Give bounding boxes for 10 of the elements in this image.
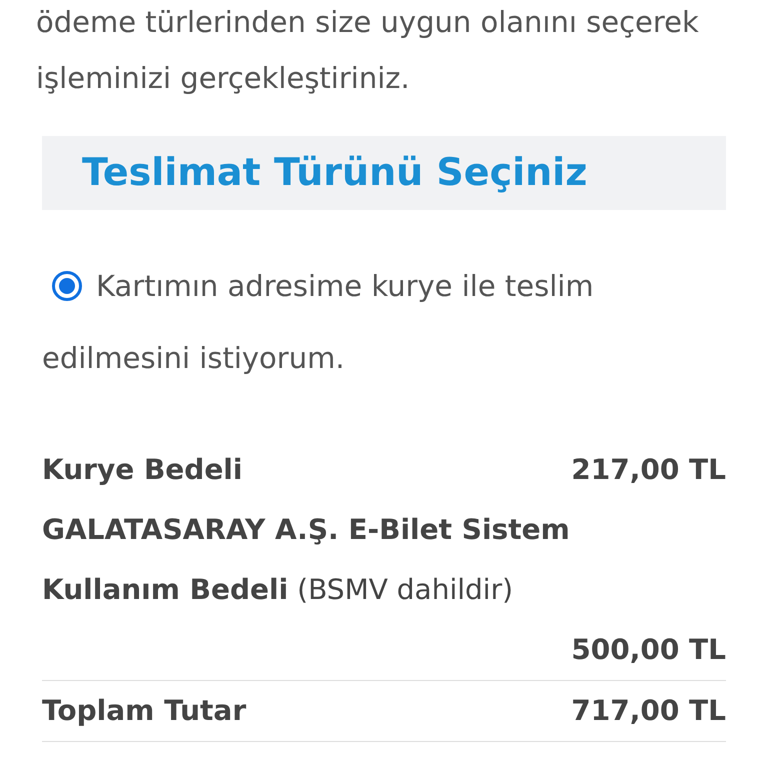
intro-text: ödeme türlerinden size uygun olanını seçerek işleminizi gerçekleştiriniz.: [36, 4, 700, 97]
total-amount: 717,00 TL: [571, 692, 726, 729]
total-label: Toplam Tutar: [42, 692, 246, 729]
radio-button[interactable]: [52, 270, 82, 301]
fee-amount: 500,00 TL: [571, 632, 726, 668]
option-label[interactable]: Kartımın adresime kurye ile teslim edilmesini istiyorum.: [42, 250, 726, 394]
fee-amount: 217,00 TL: [571, 452, 726, 488]
section-title: Teslimat Türünü Seçiniz: [82, 150, 588, 196]
fee-label: GALATASARAY A.Ş. E-Bilet Sistem Kullanım Bedeli (BSMV dahildir): [42, 512, 571, 608]
fee-label: Kurye Bedeli: [42, 452, 242, 488]
